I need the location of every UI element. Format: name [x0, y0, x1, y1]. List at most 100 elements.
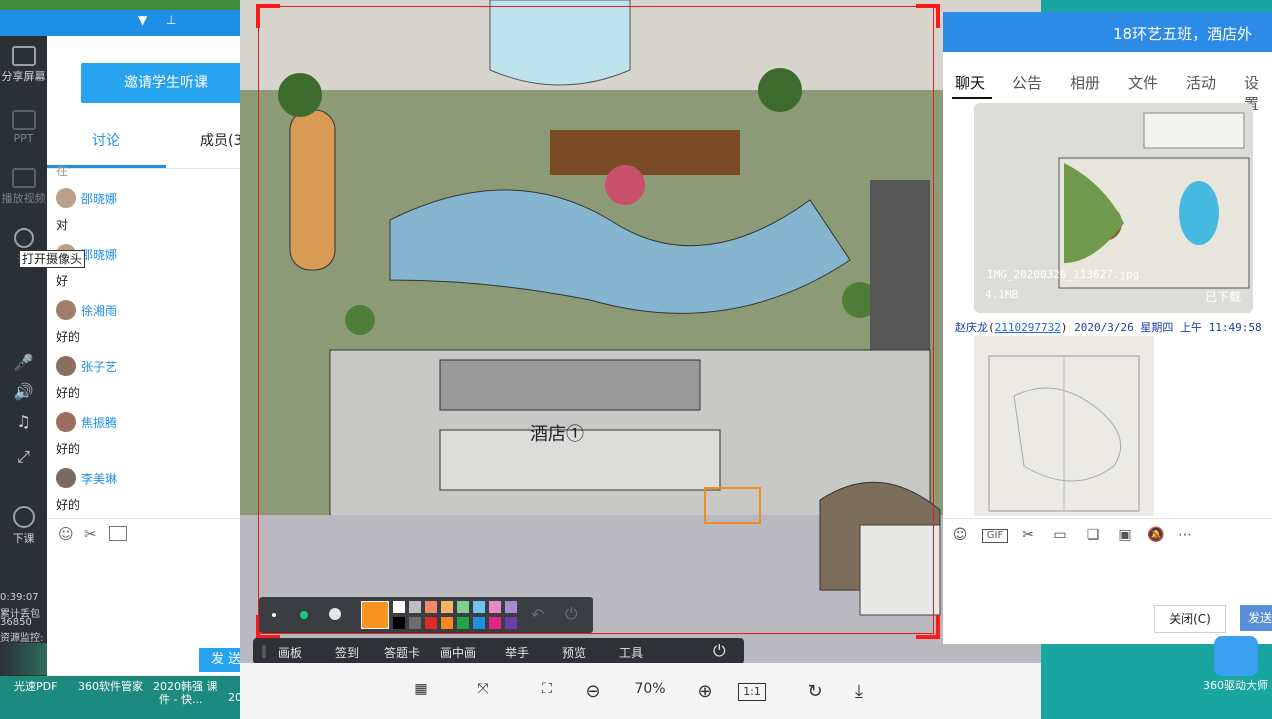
fullscreen-icon[interactable]: ⤢ — [0, 447, 47, 467]
power-icon[interactable]: ⏻ — [713, 641, 726, 661]
undo-icon[interactable]: ↶ — [531, 605, 544, 624]
taskbar-item[interactable]: 光速PDF — [14, 678, 57, 694]
download-icon[interactable]: ⤓ — [846, 681, 872, 703]
image-viewer-toolbar: ▦ ⤧ ⛶ ⊖ 70% ⊕ 1:1 ↻ ⤓ — [240, 663, 1041, 719]
image-message-thumbnail[interactable]: IMG_20200326_113627.jpg 4.1MB 已下载 — [974, 103, 1253, 313]
tool-picture-in-picture[interactable]: 画中画 — [440, 644, 476, 661]
tab-files[interactable]: 文件 — [1128, 72, 1158, 93]
scissors-icon[interactable]: ✂ — [1020, 527, 1036, 543]
message-text: 好的 — [56, 442, 81, 456]
color-swatch[interactable] — [505, 617, 517, 629]
image-icon[interactable]: ▣ — [1117, 527, 1133, 543]
desktop-taskbar: 光速PDF 360软件管家 2020韩强 课 件 - 快... 20 — [0, 676, 250, 719]
tab-album[interactable]: 相册 — [1070, 72, 1100, 93]
color-swatch[interactable] — [489, 601, 501, 613]
taskbar-item[interactable]: 360软件管家 — [78, 678, 143, 694]
color-swatch[interactable] — [409, 617, 421, 629]
tab-activities[interactable]: 活动 — [1186, 72, 1216, 93]
pen-size-medium[interactable] — [300, 611, 308, 619]
color-swatch[interactable] — [489, 617, 501, 629]
send-button[interactable]: 发送 — [1240, 605, 1272, 631]
sender-id[interactable]: 2110297732 — [995, 321, 1061, 334]
tool-raise-hand[interactable]: 举手 — [505, 644, 529, 661]
invite-students-button[interactable]: 邀请学生听课 — [81, 63, 251, 103]
zoom-in-icon[interactable]: ⊕ — [692, 681, 718, 703]
color-swatch[interactable] — [409, 601, 421, 613]
speaker-icon[interactable]: 🔊 — [0, 382, 47, 401]
message-sender[interactable]: 徐湘雨 — [81, 302, 117, 319]
frame-corner[interactable] — [916, 615, 940, 639]
packet-loss-value: 36850 — [0, 617, 32, 628]
color-swatch[interactable] — [425, 617, 437, 629]
pin-icon[interactable]: ⊥ — [166, 13, 176, 27]
color-swatch[interactable] — [393, 601, 405, 613]
folder-icon[interactable]: ▭ — [1052, 527, 1068, 543]
frame-corner[interactable] — [916, 4, 940, 28]
color-swatch[interactable] — [505, 601, 517, 613]
layout-icon[interactable]: ▦ — [408, 681, 434, 703]
pen-size-small[interactable] — [272, 613, 276, 617]
gif-icon[interactable]: GIF — [982, 529, 1008, 543]
microphone-icon[interactable]: 🎤 — [0, 353, 47, 372]
share-screen-icon — [11, 46, 36, 66]
message-sender[interactable]: 邵晓娜 — [81, 190, 117, 207]
ppt-button[interactable]: PPT — [0, 110, 47, 145]
image-message-thumbnail[interactable] — [974, 336, 1154, 516]
driver-master-app-icon[interactable] — [1214, 636, 1258, 676]
tool-tools[interactable]: 工具 — [619, 644, 643, 661]
sticker-icon[interactable]: ❏ — [1085, 527, 1101, 543]
color-swatch[interactable] — [393, 617, 405, 629]
classroom-title-bar: ▼ ⊥ — [0, 10, 250, 36]
tool-preview[interactable]: 预览 — [562, 644, 586, 661]
frame-corner[interactable] — [256, 4, 280, 28]
power-icon[interactable]: ⏻ — [565, 604, 578, 624]
sender-name[interactable]: 赵庆龙 — [955, 321, 988, 334]
color-swatch[interactable] — [457, 601, 469, 613]
fullscreen-icon[interactable]: ⛶ — [534, 681, 560, 703]
color-swatch[interactable] — [473, 617, 485, 629]
close-button[interactable]: 关闭(C) — [1154, 605, 1226, 633]
emoji-icon[interactable]: ☺ — [952, 527, 968, 543]
desktop-icon-label[interactable]: 360驱动大师 — [1203, 677, 1268, 693]
message-sender[interactable]: 焦振腾 — [81, 414, 117, 431]
zoom-out-icon[interactable]: ⊖ — [580, 681, 606, 703]
fit-window-icon[interactable]: ⤧ — [470, 681, 496, 703]
message-sender[interactable]: 李美琳 — [81, 470, 117, 487]
dropdown-icon[interactable]: ▼ — [138, 13, 147, 27]
tool-whiteboard[interactable]: 画板 — [278, 644, 302, 661]
current-color-swatch[interactable] — [361, 601, 389, 629]
bell-mute-icon[interactable]: 🔕 — [1147, 527, 1164, 543]
color-swatch[interactable] — [441, 617, 453, 629]
color-swatch[interactable] — [473, 601, 485, 613]
tab-announcements[interactable]: 公告 — [1012, 72, 1042, 93]
actual-size-button[interactable]: 1:1 — [738, 683, 766, 701]
group-name: 18环艺五班，酒店外 — [1113, 25, 1253, 43]
message-timestamp: 2020/3/26 星期四 上午 11:49:58 — [1074, 321, 1262, 334]
image-icon[interactable] — [109, 526, 127, 541]
emoji-icon[interactable]: ☺ — [58, 525, 74, 543]
tab-discussion[interactable]: 讨论 — [92, 130, 120, 150]
music-icon[interactable]: ♫ — [0, 412, 47, 431]
drag-handle-icon[interactable]: ‖ — [261, 644, 267, 658]
end-class-button[interactable]: 下课 — [0, 506, 47, 546]
input-divider — [47, 518, 250, 519]
avatar — [56, 356, 76, 376]
message-sender[interactable]: 邵晓娜 — [81, 246, 117, 263]
scissors-icon[interactable]: ✂ — [84, 525, 97, 543]
taskbar-item[interactable]: 件 - 快... — [159, 691, 202, 707]
play-video-button[interactable]: 播放视频 — [0, 168, 47, 206]
pen-size-large[interactable] — [329, 608, 341, 620]
more-icon[interactable]: ⋯ — [1177, 527, 1193, 543]
message-sender[interactable]: 张子艺 — [81, 358, 117, 375]
color-swatch[interactable] — [441, 601, 453, 613]
file-size: 4.1MB — [985, 288, 1019, 301]
partial-message: 在 — [56, 164, 69, 178]
color-swatch[interactable] — [425, 601, 437, 613]
tool-answer-card[interactable]: 答题卡 — [384, 644, 420, 661]
share-screen-button[interactable]: 分享屏幕 — [0, 46, 47, 84]
rotate-icon[interactable]: ↻ — [802, 681, 828, 703]
color-swatch[interactable] — [457, 617, 469, 629]
capture-frame[interactable] — [258, 6, 934, 634]
tool-signin[interactable]: 签到 — [335, 644, 359, 661]
tab-chat[interactable]: 聊天 — [955, 72, 985, 93]
